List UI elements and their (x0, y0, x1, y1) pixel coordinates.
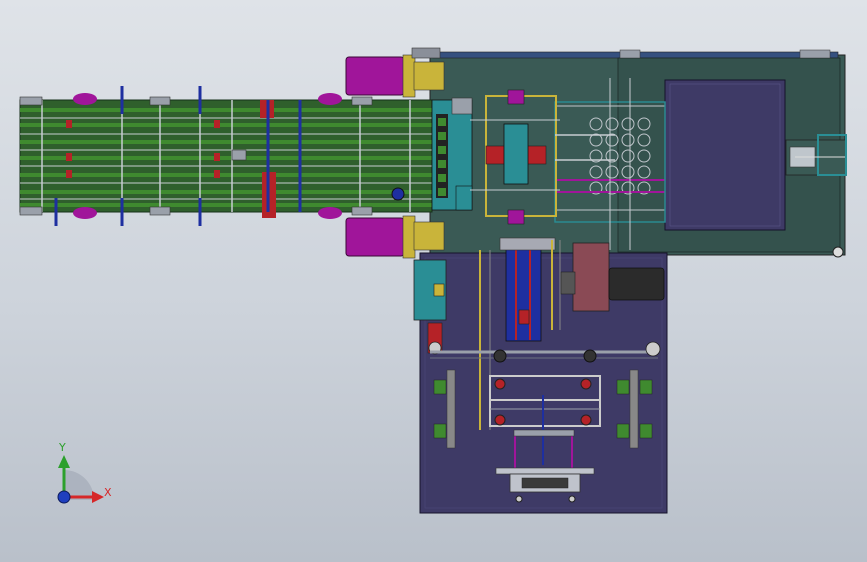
blue-knob (391, 187, 405, 201)
green-conveyor (19, 99, 433, 213)
x-axis-label: X (104, 486, 112, 499)
cad-assembly-drawing (19, 47, 847, 514)
coordinate-triad (57, 455, 104, 504)
lower-cylinder (345, 215, 445, 259)
upper-cylinder (345, 47, 445, 98)
right-gripper (785, 134, 847, 176)
motor-cover-box (664, 79, 786, 231)
cad-viewport[interactable]: Y X (0, 0, 867, 562)
vertical-actuator (413, 259, 447, 355)
y-axis-label: Y (59, 441, 66, 454)
z-axis-dot (57, 490, 71, 504)
central-head (431, 97, 473, 211)
